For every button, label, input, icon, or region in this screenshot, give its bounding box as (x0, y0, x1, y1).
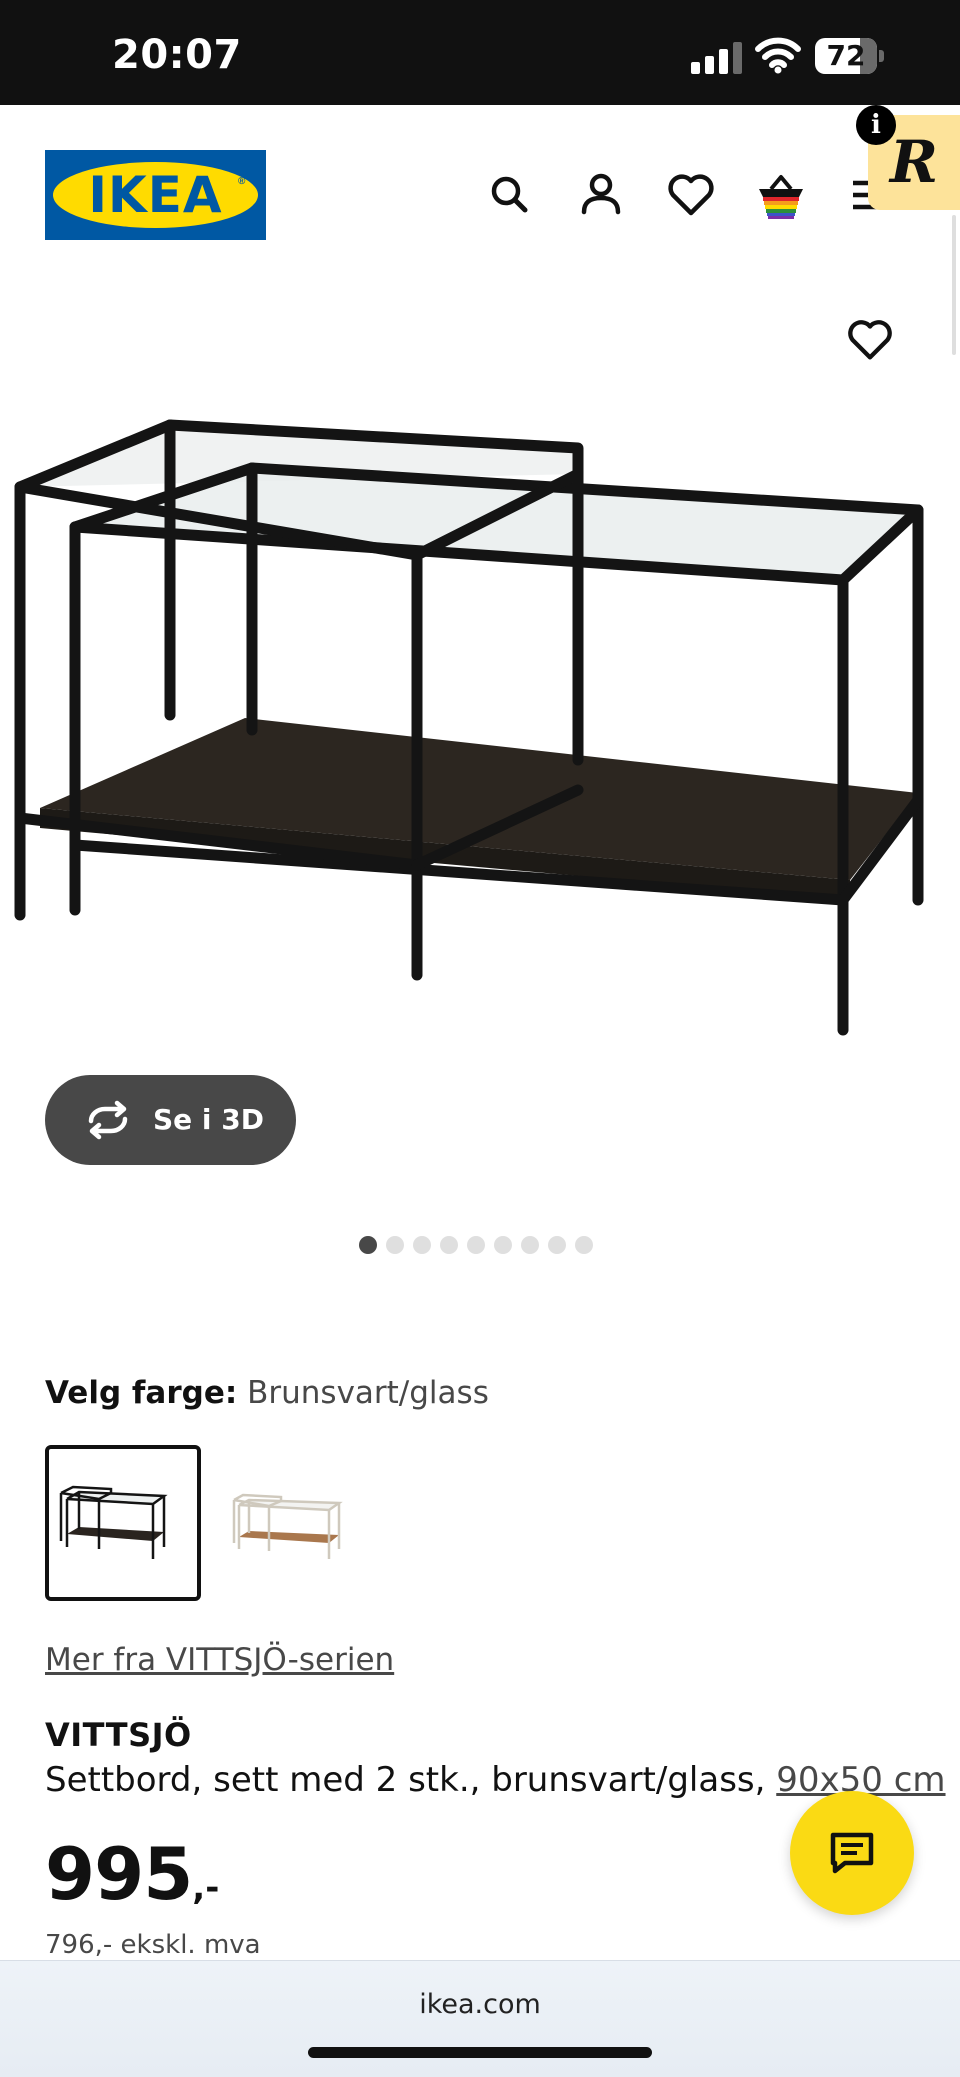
status-time: 20:07 (112, 32, 242, 78)
product-description-text: Settbord, sett med 2 stk., brunsvart/gla… (45, 1760, 777, 1800)
gallery-dot[interactable] (574, 1236, 593, 1254)
cellular-signal-icon (691, 40, 743, 74)
add-to-favourites-icon[interactable] (843, 313, 897, 367)
battery-icon: 72 (815, 38, 885, 74)
color-option-white-glass[interactable] (201, 1445, 357, 1601)
cart-icon[interactable] (753, 167, 809, 223)
product-image[interactable] (0, 300, 960, 1080)
gallery-dot[interactable] (439, 1236, 458, 1254)
gallery-dot[interactable] (385, 1236, 404, 1254)
view-in-3d-button[interactable]: Se i 3D (45, 1075, 296, 1165)
gallery-dot[interactable] (412, 1236, 431, 1254)
chat-icon (830, 1832, 874, 1874)
ikea-logo[interactable]: IKEA ® (45, 150, 266, 240)
color-value: Brunsvart/glass (247, 1375, 489, 1411)
browser-address-bar[interactable]: ikea.com (0, 1960, 960, 2077)
gallery-pagination[interactable] (0, 1236, 960, 1256)
favourites-icon[interactable] (663, 167, 719, 223)
price-suffix: ,- (192, 1868, 220, 1908)
color-label: Velg farge: (45, 1375, 238, 1411)
view-in-3d-label: Se i 3D (153, 1103, 264, 1136)
battery-level: 72 (826, 39, 866, 72)
account-icon[interactable] (573, 167, 629, 223)
rotate-3d-icon (83, 1099, 133, 1141)
product-name: VITTSJÖ (45, 1716, 192, 1754)
gallery-dot[interactable] (493, 1236, 512, 1254)
info-icon[interactable]: i (856, 105, 896, 145)
logo-text: IKEA (88, 166, 223, 224)
color-option-brunsvart-glass[interactable] (45, 1445, 201, 1601)
gallery-dot[interactable] (547, 1236, 566, 1254)
gallery-dot[interactable] (466, 1236, 485, 1254)
status-bar: 20:07 72 (0, 0, 960, 105)
site-header: IKEA ® (0, 105, 960, 285)
gallery-dot[interactable] (520, 1236, 539, 1254)
color-selector-label: Velg farge: Brunsvart/glass (45, 1375, 489, 1411)
home-indicator[interactable] (308, 2047, 652, 2058)
price-excluding-vat: 796,- ekskl. mva (45, 1930, 261, 1960)
price-amount: 995 (45, 1832, 193, 1916)
chat-button[interactable] (790, 1791, 914, 1915)
url-text: ikea.com (419, 1989, 541, 2020)
series-link[interactable]: Mer fra VITTSJÖ-serien (45, 1642, 394, 1678)
search-icon[interactable] (482, 167, 538, 223)
gallery-dot[interactable] (358, 1236, 377, 1254)
product-description: Settbord, sett med 2 stk., brunsvart/gla… (45, 1760, 946, 1800)
product-price: 995,- (45, 1832, 219, 1916)
wifi-icon (755, 36, 801, 74)
